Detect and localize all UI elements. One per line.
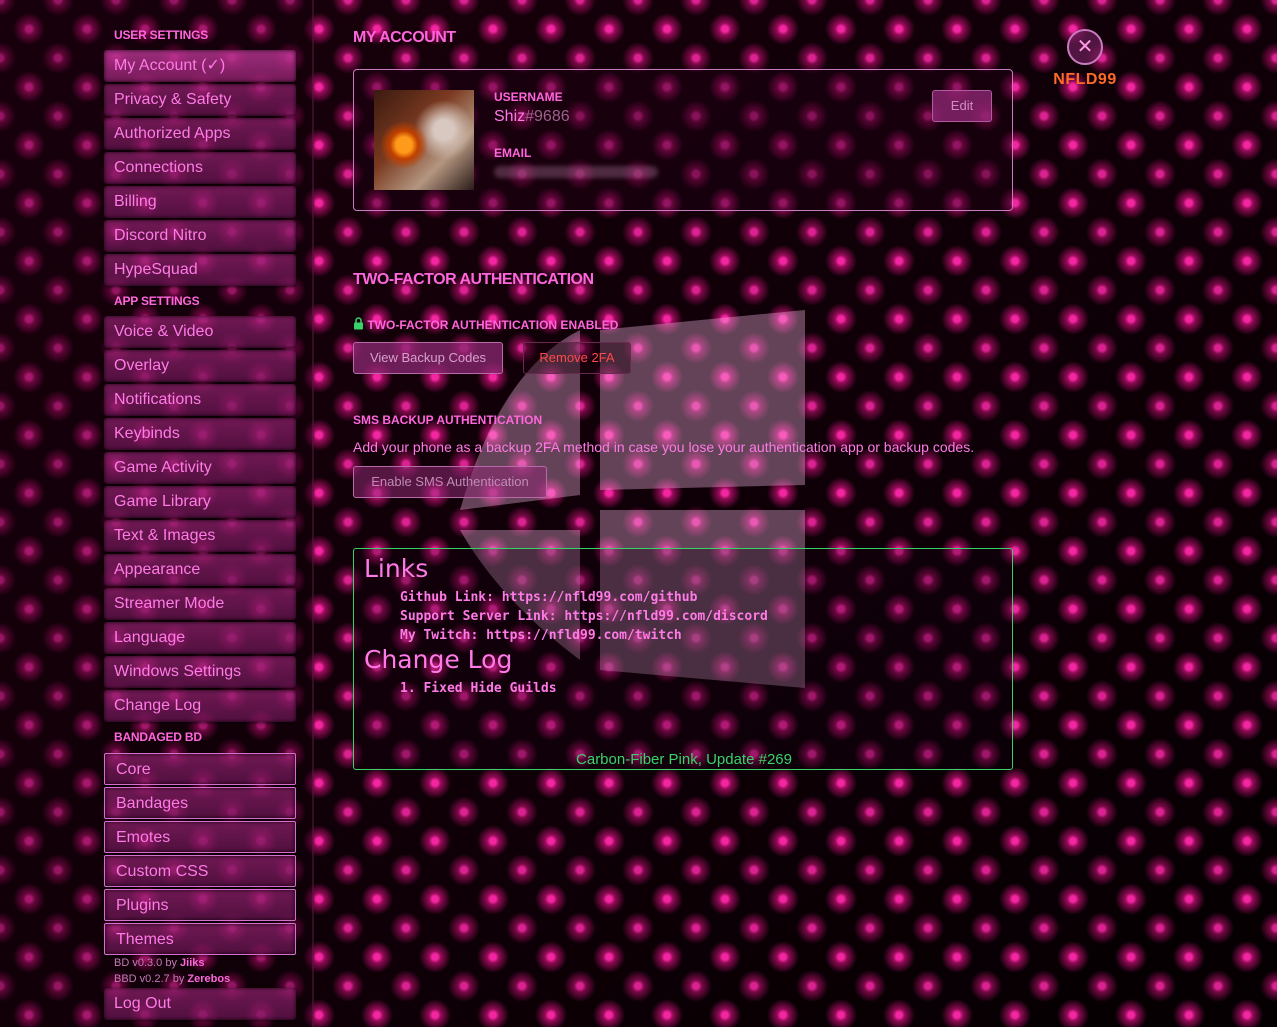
settings-sidebar: USER SETTINGS My Account (✓) Privacy & S… [0, 0, 314, 1027]
sidebar-item-hypesquad[interactable]: HypeSquad [104, 254, 296, 286]
two-factor-enabled-status: TWO-FACTOR AUTHENTICATION ENABLED [353, 317, 618, 332]
twitch-link[interactable]: My Twitch: https://nfld99.com/twitch [400, 628, 682, 643]
links-title: Links [364, 554, 429, 583]
changelog-item: 1. Fixed Hide Guilds [400, 681, 557, 696]
close-label: NFLD99 [1053, 71, 1117, 88]
username-name: Shiz [494, 108, 526, 125]
sidebar-item-bandages[interactable]: Bandages [104, 787, 296, 819]
user-settings-header: USER SETTINGS [114, 28, 209, 42]
sms-backup-label: SMS BACKUP AUTHENTICATION [353, 413, 543, 427]
sidebar-item-plugins[interactable]: Plugins [104, 889, 296, 921]
bbd-version-text: BBD v0.2.7 by [114, 973, 185, 985]
two-factor-enabled-label: TWO-FACTOR AUTHENTICATION ENABLED [367, 318, 619, 332]
email-value-redacted [494, 166, 658, 178]
sidebar-item-themes[interactable]: Themes [104, 923, 296, 955]
sidebar-item-authorized-apps[interactable]: Authorized Apps [104, 118, 296, 150]
remove-2fa-button[interactable]: Remove 2FA [523, 342, 631, 374]
bbd-version-credit: BBD v0.2.7 by Zerebos [114, 973, 230, 985]
bbd-author[interactable]: Zerebos [187, 973, 230, 985]
view-backup-codes-button[interactable]: View Backup Codes [353, 342, 503, 374]
bd-version-text: BD v0.3.0 by [114, 957, 177, 969]
sidebar-item-log-out[interactable]: Log Out [104, 988, 296, 1020]
app-settings-header: APP SETTINGS [114, 294, 200, 308]
two-factor-title: TWO-FACTOR AUTHENTICATION [353, 271, 594, 288]
bandaged-bd-header: BANDAGED BD [114, 730, 202, 744]
enable-sms-button[interactable]: Enable SMS Authentication [353, 466, 547, 498]
sidebar-item-my-account[interactable]: My Account (✓) [104, 50, 296, 82]
sidebar-item-windows-settings[interactable]: Windows Settings [104, 656, 296, 688]
bd-version-credit: BD v0.3.0 by Jiiks [114, 957, 205, 969]
sidebar-item-language[interactable]: Language [104, 622, 296, 654]
theme-version-footer: Carbon-Fiber Pink, Update #269 [576, 751, 792, 768]
sidebar-item-voice-video[interactable]: Voice & Video [104, 316, 296, 348]
sidebar-item-core[interactable]: Core [104, 753, 296, 785]
sidebar-item-appearance[interactable]: Appearance [104, 554, 296, 586]
edit-account-button[interactable]: Edit [932, 90, 992, 122]
account-card: USERNAME Shiz#9686 EMAIL Edit [353, 69, 1013, 211]
sidebar-item-custom-css[interactable]: Custom CSS [104, 855, 296, 887]
sidebar-item-discord-nitro[interactable]: Discord Nitro [104, 220, 296, 252]
support-server-link[interactable]: Support Server Link: https://nfld99.com/… [400, 609, 768, 624]
changelog-title: Change Log [364, 645, 513, 674]
close-icon[interactable]: ✕ [1067, 29, 1103, 65]
username-discriminator: #9686 [525, 108, 570, 125]
sidebar-item-change-log[interactable]: Change Log [104, 690, 296, 722]
sidebar-item-privacy-safety[interactable]: Privacy & Safety [104, 84, 296, 116]
sidebar-item-game-library[interactable]: Game Library [104, 486, 296, 518]
sidebar-item-keybinds[interactable]: Keybinds [104, 418, 296, 450]
username-value: Shiz#9686 [494, 108, 570, 126]
sidebar-item-game-activity[interactable]: Game Activity [104, 452, 296, 484]
sms-backup-description: Add your phone as a backup 2FA method in… [353, 439, 975, 455]
sidebar-item-overlay[interactable]: Overlay [104, 350, 296, 382]
sidebar-item-connections[interactable]: Connections [104, 152, 296, 184]
theme-info-box: Links Github Link: https://nfld99.com/gi… [353, 548, 1013, 770]
username-label: USERNAME [494, 90, 563, 104]
email-label: EMAIL [494, 146, 532, 160]
sidebar-item-text-images[interactable]: Text & Images [104, 520, 296, 552]
avatar[interactable] [374, 90, 474, 190]
sidebar-item-emotes[interactable]: Emotes [104, 821, 296, 853]
sidebar-item-notifications[interactable]: Notifications [104, 384, 296, 416]
my-account-title: MY ACCOUNT [353, 29, 456, 46]
lock-icon [354, 317, 363, 330]
sidebar-item-billing[interactable]: Billing [104, 186, 296, 218]
sidebar-item-streamer-mode[interactable]: Streamer Mode [104, 588, 296, 620]
github-link[interactable]: Github Link: https://nfld99.com/github [400, 590, 697, 605]
bd-author[interactable]: Jiiks [180, 957, 204, 969]
